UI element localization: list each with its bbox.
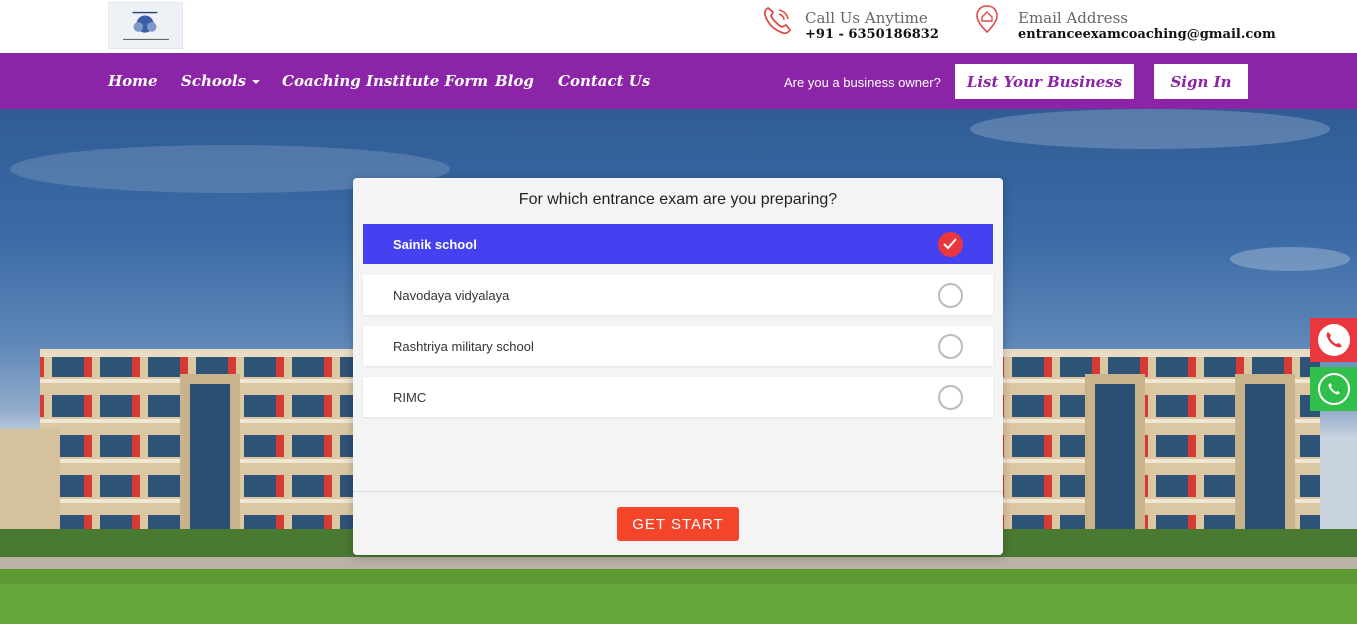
option-sainik-school[interactable]: Sainik school <box>363 224 993 264</box>
option-label: Sainik school <box>393 237 477 252</box>
option-label: RIMC <box>393 390 427 405</box>
main-nav: Home Schools Coaching Institute Form Blo… <box>0 53 1357 109</box>
nav-blog[interactable]: Blog <box>495 72 534 90</box>
exam-question: For which entrance exam are you preparin… <box>518 191 838 208</box>
business-owner-question: Are you a business owner? <box>784 75 941 90</box>
location-pin-icon <box>974 4 1006 36</box>
phone-number[interactable]: +91 - 6350186832 <box>805 27 939 42</box>
whatsapp-icon <box>1317 373 1350 405</box>
email-label: Email Address <box>1018 9 1128 27</box>
nav-home[interactable]: Home <box>108 72 158 90</box>
list-your-business-button[interactable]: List Your Business <box>955 64 1134 99</box>
nav-contact-us[interactable]: Contact Us <box>558 72 650 90</box>
phone-icon <box>1317 324 1350 356</box>
sign-in-button[interactable]: Sign In <box>1154 64 1248 99</box>
floating-whatsapp-button[interactable] <box>1310 367 1357 411</box>
option-label: Navodaya vidyalaya <box>393 288 510 303</box>
nav-schools-label: Schools <box>181 72 247 90</box>
top-bar: Call Us Anytime +91 - 6350186832 Email A… <box>0 0 1357 53</box>
floating-call-button[interactable] <box>1310 318 1357 362</box>
exam-selection-card: For which entrance exam are you preparin… <box>353 178 1003 555</box>
check-icon <box>938 232 963 257</box>
chevron-down-icon <box>252 80 261 84</box>
email-address[interactable]: entranceexamcoaching@gmail.com <box>1018 27 1276 42</box>
option-label: Rashtriya military school <box>393 339 534 354</box>
radio-circle-icon <box>938 385 963 410</box>
radio-circle-icon <box>938 334 963 359</box>
option-navodaya-vidyalaya[interactable]: Navodaya vidyalaya <box>363 275 993 315</box>
email-block: Email Address entranceexamcoaching@gmail… <box>974 4 1276 48</box>
card-divider <box>353 491 1003 492</box>
radio-circle-icon <box>938 283 963 308</box>
get-start-button[interactable]: GET START <box>617 507 739 541</box>
site-logo[interactable] <box>108 2 183 49</box>
call-us-label: Call Us Anytime <box>805 9 928 27</box>
phone-icon <box>761 4 793 36</box>
nav-coaching-institute-form[interactable]: Coaching Institute Form <box>282 72 488 90</box>
call-us-block: Call Us Anytime +91 - 6350186832 <box>761 4 961 48</box>
nav-schools[interactable]: Schools <box>181 72 261 90</box>
option-rashtriya-military-school[interactable]: Rashtriya military school <box>363 326 993 366</box>
option-rimc[interactable]: RIMC <box>363 377 993 417</box>
